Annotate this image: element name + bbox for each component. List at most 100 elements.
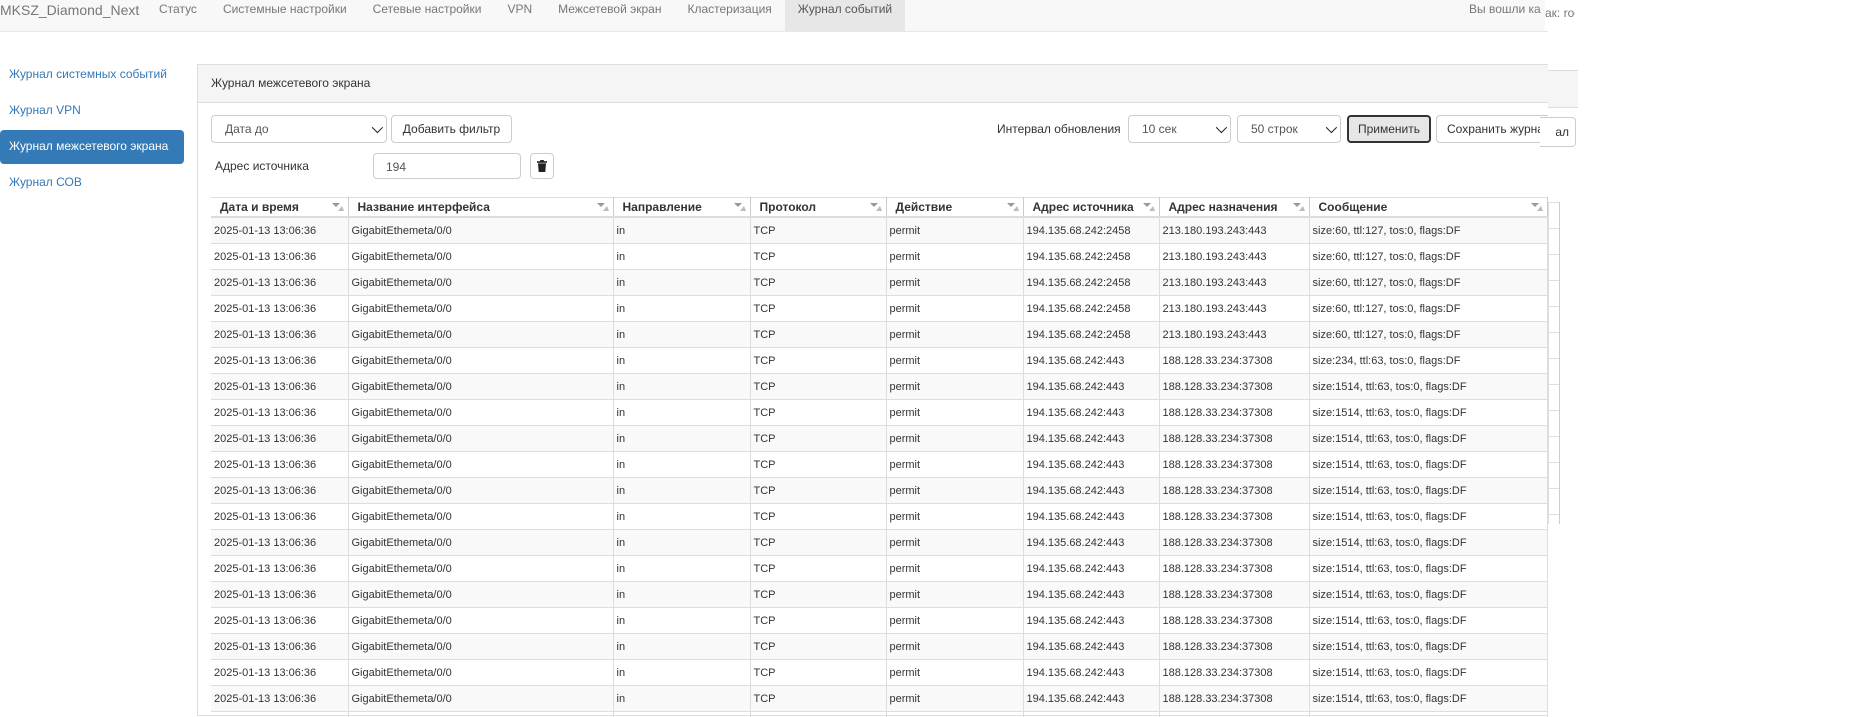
- cell-interface: GigabitEthemeta/0/0: [348, 530, 613, 556]
- cell-action: permit: [886, 452, 1023, 478]
- nav-item-system-settings[interactable]: Системные настройки: [210, 0, 360, 31]
- table-row[interactable]: 2025-01-13 13:06:36GigabitEthemeta/0/0in…: [211, 217, 1547, 244]
- rows-count-select[interactable]: 50 строк: [1237, 115, 1341, 143]
- cell-destination-address: 188.128.33.234:37308: [1159, 660, 1309, 686]
- sidebar-item-vpn-log[interactable]: Журнал VPN: [0, 94, 184, 128]
- nav-item-network-settings[interactable]: Сетевые настройки: [360, 0, 495, 31]
- cell-interface: GigabitEthemeta/0/0: [348, 348, 613, 374]
- top-navbar: MKSZ_Diamond_Next Статус Системные настр…: [0, 0, 1548, 32]
- filter-field-value: Дата до: [225, 122, 269, 136]
- cell-interface: GigabitEthemeta/0/0: [348, 660, 613, 686]
- cell-destination-address: 188.128.33.234:37308: [1159, 478, 1309, 504]
- cell-destination-address: 188.128.33.234:37308: [1159, 400, 1309, 426]
- overflow-save-label: ал: [1555, 118, 1569, 146]
- table-row[interactable]: 2025-01-13 13:06:36GigabitEthemeta/0/0in…: [211, 478, 1547, 504]
- cell-datetime: 2025-01-13 13:06:36: [211, 452, 348, 478]
- cell-source-address: 194.135.68.242:2458: [1023, 217, 1159, 244]
- nav-item-status[interactable]: Статус: [146, 0, 210, 31]
- cell-action: permit: [886, 400, 1023, 426]
- cell-direction: in: [613, 322, 750, 348]
- table-row[interactable]: 2025-01-13 13:06:36GigabitEthemeta/0/0in…: [211, 686, 1547, 712]
- source-address-filter-label: Адрес источника: [215, 159, 309, 173]
- cell-destination-address: 188.128.33.234:37308: [1159, 608, 1309, 634]
- cell-direction: in: [613, 582, 750, 608]
- add-filter-button[interactable]: Добавить фильтр: [391, 115, 512, 143]
- column-header-label: Направление: [623, 200, 702, 214]
- cell-destination-address: 213.180.193.243:443: [1159, 296, 1309, 322]
- nav-item-event-log[interactable]: Журнал событий: [785, 0, 905, 31]
- table-row[interactable]: 2025-01-13 13:06:36GigabitEthemeta/0/0in…: [211, 322, 1547, 348]
- cell-destination-address: 188.128.33.234:37308: [1159, 634, 1309, 660]
- table-row[interactable]: 2025-01-13 13:06:36GigabitEthemeta/0/0in…: [211, 348, 1547, 374]
- cell-action: permit: [886, 217, 1023, 244]
- cell-protocol: TCP: [750, 478, 886, 504]
- column-header-action[interactable]: Действие: [886, 198, 1023, 218]
- cell-protocol: TCP: [750, 374, 886, 400]
- table-row[interactable]: 2025-01-13 13:06:36GigabitEthemeta/0/0in…: [211, 296, 1547, 322]
- cell-action: permit: [886, 374, 1023, 400]
- source-address-filter-input[interactable]: 194: [373, 153, 521, 179]
- apply-button[interactable]: Применить: [1347, 115, 1431, 143]
- cell-direction: in: [613, 556, 750, 582]
- table-row[interactable]: 2025-01-13 13:06:36GigabitEthemeta/0/0in…: [211, 452, 1547, 478]
- table-row[interactable]: 2025-01-13 13:06:36GigabitEthemeta/0/0in…: [211, 608, 1547, 634]
- table-row[interactable]: 2025-01-13 13:06:36GigabitEthemeta/0/0in…: [211, 556, 1547, 582]
- cell-protocol: TCP: [750, 712, 886, 717]
- nav-item-clustering[interactable]: Кластеризация: [674, 0, 784, 31]
- table-row[interactable]: 2025-01-13 13:06:36GigabitEthemeta/0/0in…: [211, 270, 1547, 296]
- cell-destination-address: 188.128.33.234:37308: [1159, 504, 1309, 530]
- filter-field-select[interactable]: Дата до: [211, 115, 387, 143]
- cell-direction: in: [613, 452, 750, 478]
- cell-interface: GigabitEthemeta/0/0: [348, 244, 613, 270]
- cell-action: permit: [886, 348, 1023, 374]
- cell-destination-address: 213.180.193.243:443: [1159, 270, 1309, 296]
- cell-protocol: TCP: [750, 217, 886, 244]
- column-header-source-address[interactable]: Адрес источника: [1023, 198, 1159, 218]
- refresh-interval-value: 10 сек: [1142, 122, 1177, 136]
- cell-protocol: TCP: [750, 348, 886, 374]
- sidebar-item-ids-log[interactable]: Журнал СОВ: [0, 166, 184, 200]
- cell-message: size:234, ttl:63, tos:0, flags:DF: [1309, 348, 1547, 374]
- nav-item-vpn[interactable]: VPN: [494, 0, 545, 31]
- column-header-direction[interactable]: Направление: [613, 198, 750, 218]
- cell-datetime: 2025-01-13 13:06:36: [211, 270, 348, 296]
- table-row[interactable]: 2025-01-13 13:06:36GigabitEthemeta/0/0in…: [211, 530, 1547, 556]
- cell-message: size:1514, ttl:63, tos:0, flags:DF: [1309, 504, 1547, 530]
- table-row[interactable]: 2025-01-13 13:06:36GigabitEthemeta/0/0in…: [211, 374, 1547, 400]
- table-row[interactable]: 2025-01-13 13:06:36GigabitEthemeta/0/0in…: [211, 660, 1547, 686]
- cell-protocol: TCP: [750, 296, 886, 322]
- column-header-interface[interactable]: Название интерфейса: [348, 198, 613, 218]
- cell-interface: GigabitEthemeta/0/0: [348, 452, 613, 478]
- column-header-message[interactable]: Сообщение: [1309, 198, 1547, 218]
- cell-interface: GigabitEthemeta/0/0: [348, 478, 613, 504]
- sidebar-item-firewall-log[interactable]: Журнал межсетевого экрана: [0, 130, 184, 164]
- sidebar-item-system-events[interactable]: Журнал системных событий: [0, 58, 184, 92]
- column-header-label: Дата и время: [220, 200, 299, 214]
- cell-datetime: 2025-01-13 13:06:36: [211, 712, 348, 717]
- cell-source-address: 194.135.68.242:443: [1023, 556, 1159, 582]
- save-log-button[interactable]: Сохранить журна: [1436, 115, 1548, 143]
- table-row[interactable]: 2025-01-13 13:06:36GigabitEthemeta/0/0in…: [211, 712, 1547, 717]
- table-header-row: Дата и время Название интерфейса Направл…: [211, 198, 1547, 218]
- sort-icon: [1143, 202, 1155, 212]
- sort-icon: [1007, 202, 1019, 212]
- cell-message: size:1514, ttl:63, tos:0, flags:DF: [1309, 452, 1547, 478]
- table-row[interactable]: 2025-01-13 13:06:36GigabitEthemeta/0/0in…: [211, 582, 1547, 608]
- column-header-destination-address[interactable]: Адрес назначения: [1159, 198, 1309, 218]
- brand-title[interactable]: MKSZ_Diamond_Next: [0, 2, 139, 18]
- column-header-datetime[interactable]: Дата и время: [211, 198, 348, 218]
- nav-item-firewall[interactable]: Межсетевой экран: [545, 0, 674, 31]
- cell-source-address: 194.135.68.242:443: [1023, 348, 1159, 374]
- table-row[interactable]: 2025-01-13 13:06:36GigabitEthemeta/0/0in…: [211, 504, 1547, 530]
- cell-protocol: TCP: [750, 504, 886, 530]
- cell-interface: GigabitEthemeta/0/0: [348, 686, 613, 712]
- cell-source-address: 194.135.68.242:443: [1023, 452, 1159, 478]
- table-row[interactable]: 2025-01-13 13:06:36GigabitEthemeta/0/0in…: [211, 426, 1547, 452]
- table-row[interactable]: 2025-01-13 13:06:36GigabitEthemeta/0/0in…: [211, 634, 1547, 660]
- refresh-interval-select[interactable]: 10 сек: [1128, 115, 1231, 143]
- table-row[interactable]: 2025-01-13 13:06:36GigabitEthemeta/0/0in…: [211, 244, 1547, 270]
- column-header-protocol[interactable]: Протокол: [750, 198, 886, 218]
- cell-interface: GigabitEthemeta/0/0: [348, 556, 613, 582]
- table-row[interactable]: 2025-01-13 13:06:36GigabitEthemeta/0/0in…: [211, 400, 1547, 426]
- remove-filter-button[interactable]: [530, 153, 554, 179]
